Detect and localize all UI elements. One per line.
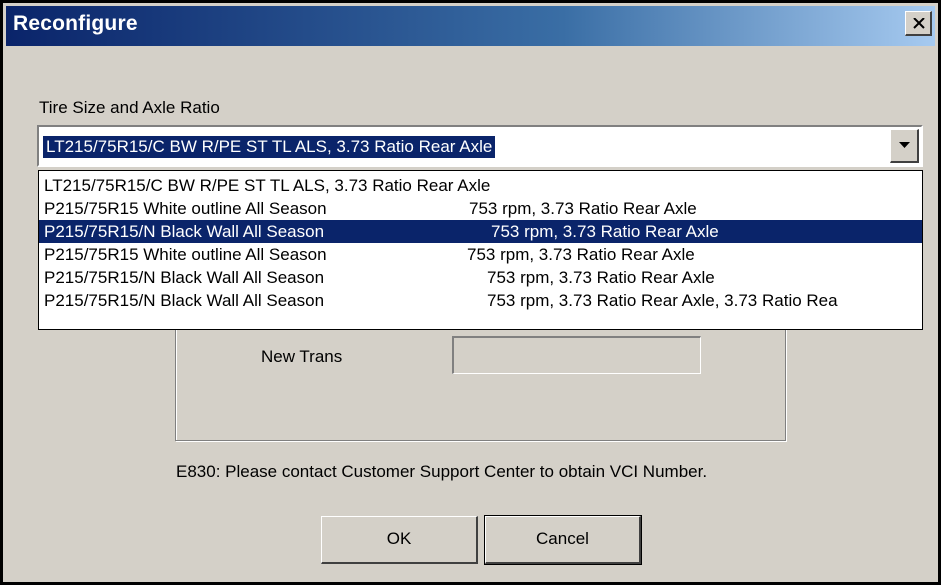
option-tire-text: P215/75R15 White outline All Season <box>44 199 327 218</box>
tire-size-selected-value: LT215/75R15/C BW R/PE ST TL ALS, 3.73 Ra… <box>43 136 496 158</box>
new-trans-field[interactable] <box>452 336 701 374</box>
dropdown-option[interactable]: P215/75R15/N Black Wall All Season 753 rp… <box>39 220 922 243</box>
dropdown-button[interactable] <box>890 129 919 163</box>
close-icon <box>913 18 925 29</box>
option-tire-text: P215/75R15/N Black Wall All Season <box>44 222 325 241</box>
option-tire-text: LT215/75R15/C BW R/PE ST TL ALS, 3.73 Ra… <box>44 176 491 195</box>
dropdown-option[interactable]: LT215/75R15/C BW R/PE ST TL ALS, 3.73 Ra… <box>39 174 922 197</box>
dropdown-option[interactable]: P215/75R15/N Black Wall All Season 753 rp… <box>39 289 922 312</box>
reconfigure-dialog: Reconfigure Tire Size and Axle Ratio LT2… <box>0 0 941 585</box>
option-tire-text: P215/75R15 White outline All Season <box>44 245 327 264</box>
option-ratio-text: 753 rpm, 3.73 Ratio Rear Axle <box>491 222 719 241</box>
option-ratio-text: 753 rpm, 3.73 Ratio Rear Axle, 3.73 Rati… <box>487 291 838 310</box>
dialog-title: Reconfigure <box>13 12 138 35</box>
option-ratio-text: 753 rpm, 3.73 Ratio Rear Axle <box>487 268 715 287</box>
chevron-down-icon <box>899 142 910 148</box>
title-bar[interactable]: Reconfigure <box>6 6 935 46</box>
error-message: E830: Please contact Customer Support Ce… <box>176 462 708 481</box>
option-ratio-text: 753 rpm, 3.73 Ratio Rear Axle <box>469 199 697 218</box>
option-tire-text: P215/75R15/N Black Wall All Season <box>44 268 325 287</box>
option-ratio-text: 753 rpm, 3.73 Ratio Rear Axle <box>467 245 695 264</box>
option-tire-text: P215/75R15/N Black Wall All Season <box>44 291 325 310</box>
tire-size-dropdown-list[interactable]: LT215/75R15/C BW R/PE ST TL ALS, 3.73 Ra… <box>38 170 923 330</box>
cancel-button[interactable]: Cancel <box>484 515 642 565</box>
ok-button[interactable]: OK <box>321 516 478 564</box>
dropdown-option[interactable]: P215/75R15 White outline All Season 753 r… <box>39 243 922 266</box>
dropdown-option[interactable]: P215/75R15 White outline All Season 753 r… <box>39 197 922 220</box>
close-button[interactable] <box>905 11 932 36</box>
tire-size-combobox[interactable]: LT215/75R15/C BW R/PE ST TL ALS, 3.73 Ra… <box>37 125 923 167</box>
dropdown-option[interactable]: P215/75R15/N Black Wall All Season 753 rp… <box>39 266 922 289</box>
tire-size-label: Tire Size and Axle Ratio <box>39 98 220 117</box>
new-trans-label: New Trans <box>261 347 343 366</box>
